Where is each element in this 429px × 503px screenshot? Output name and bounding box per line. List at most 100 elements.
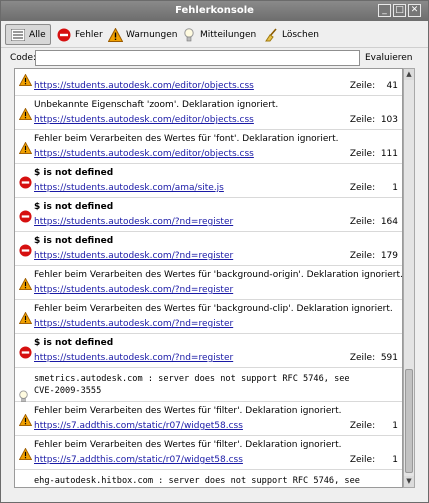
entry-source-link[interactable]: https://students.autodesk.com/?nd=regist… [34,353,233,363]
entry-line-label: Zeile: [349,353,376,363]
filter-errors-label: Fehler [75,29,103,40]
entry-line-label: Zeile: [349,183,376,193]
console-entry[interactable]: $ is not defined https://students.autodes… [15,232,402,266]
entry-message: ehg-autodesk.hitbox.com : server does no… [34,476,360,486]
console-entry[interactable]: Unbekannte Eigenschaft 'zoom'. Deklarati… [15,96,402,130]
entry-source-link[interactable]: https://students.autodesk.com/?nd=regist… [34,285,233,295]
entry-message: $ is not defined [34,236,114,246]
entry-message: $ is not defined [34,202,114,212]
filter-all-button[interactable]: Alle [5,24,51,45]
vertical-scrollbar[interactable]: ▲ ▼ [403,68,415,488]
error-console-window: Fehlerkonsole _ □ ✕ Alle Fehler Warnunge… [0,0,429,503]
entry-message: $ is not defined [34,168,114,178]
entry-message: Fehler beim Verarbeiten des Wertes für '… [34,134,339,144]
entry-line-label: Zeile: [349,81,376,91]
entry-line-label: Zeile: [349,149,376,159]
clear-button[interactable]: Löschen [259,24,323,45]
entry-source-link[interactable]: https://students.autodesk.com/editor/obj… [34,115,254,125]
console-entry[interactable]: smetrics.autodesk.com : server does not … [15,368,402,403]
console-entry[interactable]: $ is not defined https://students.autodes… [15,164,402,198]
entry-line-label: Zeile: [349,455,376,465]
title-bar[interactable]: Fehlerkonsole _ □ ✕ [1,1,428,21]
console-entry[interactable]: https://students.autodesk.com/editor/obj… [15,69,402,96]
entry-line-number: Zeile: 111 [350,149,398,159]
entry-source-link[interactable]: https://s7.addthis.com/static/r07/widget… [34,455,243,465]
entry-line-label: Zeile: [349,421,376,431]
entry-line-number: Zeile: 1 [350,455,398,465]
entry-line-value: 103 [380,115,398,125]
entry-message: smetrics.autodesk.com : server does not … [34,374,350,396]
maximize-button[interactable]: □ [393,4,406,17]
console-entry[interactable]: $ is not defined https://students.autodes… [15,198,402,232]
error-icon [56,27,72,43]
console-entry[interactable]: Fehler beim Verarbeiten des Wertes für '… [15,300,402,334]
entry-message: $ is not defined [34,338,114,348]
entry-message: Fehler beim Verarbeiten des Wertes für '… [34,270,403,280]
warning-icon [107,27,123,43]
evaluate-button[interactable]: Evaluieren [365,53,413,63]
warning-icon [18,277,33,291]
console-entry[interactable]: Fehler beim Verarbeiten des Wertes für '… [15,130,402,164]
entry-line-label: Zeile: [349,251,376,261]
list-icon [10,27,26,43]
close-button[interactable]: ✕ [408,4,421,17]
warning-icon [18,311,33,325]
console-message-list[interactable]: https://students.autodesk.com/editor/obj… [14,68,403,488]
entry-line-number: Zeile: 1 [350,183,398,193]
broom-icon [263,27,279,43]
entry-line-number: Zeile: 103 [350,115,398,125]
entry-line-value: 164 [380,217,398,227]
entry-line-value: 41 [386,81,398,91]
minimize-button[interactable]: _ [378,4,391,17]
console-entry[interactable]: Fehler beim Verarbeiten des Wertes für '… [15,402,402,436]
warning-icon [18,413,33,427]
entry-line-value: 1 [392,421,398,431]
entry-source-link[interactable]: https://students.autodesk.com/ama/site.j… [34,183,224,193]
entry-line-value: 111 [380,149,398,159]
console-entry[interactable]: $ is not defined https://students.autodes… [15,334,402,368]
error-icon [19,346,32,359]
entry-line-value: 591 [380,353,398,363]
filter-messages-button[interactable]: Mitteilungen [177,24,260,45]
scrollbar-thumb[interactable] [405,369,413,473]
code-input[interactable] [35,50,360,66]
clear-label: Löschen [282,29,319,40]
entry-message: Unbekannte Eigenschaft 'zoom'. Deklarati… [34,100,279,110]
warning-icon [18,107,33,121]
entry-line-value: 1 [392,183,398,193]
entry-line-number: Zeile: 1 [350,421,398,431]
filter-warnings-button[interactable]: Warnungen [103,24,181,45]
entry-line-label: Zeile: [349,217,376,227]
filter-warnings-label: Warnungen [126,29,178,40]
warning-icon [18,141,33,155]
entry-message: Fehler beim Verarbeiten des Wertes für '… [34,406,342,416]
error-icon [19,244,32,257]
entry-line-value: 1 [392,455,398,465]
window-title: Fehlerkonsole [175,5,254,16]
entry-source-link[interactable]: https://students.autodesk.com/editor/obj… [34,81,254,91]
console-entry[interactable]: Fehler beim Verarbeiten des Wertes für '… [15,266,402,300]
scroll-down-arrow[interactable]: ▼ [404,476,414,487]
entry-source-link[interactable]: https://students.autodesk.com/?nd=regist… [34,217,233,227]
filter-errors-button[interactable]: Fehler [52,24,107,45]
code-row: Code: Evaluieren [1,48,428,68]
entry-line-number: Zeile: 591 [350,353,398,363]
entry-line-number: Zeile: 164 [350,217,398,227]
entry-source-link[interactable]: https://students.autodesk.com/editor/obj… [34,149,254,159]
lightbulb-icon [181,27,197,43]
scroll-up-arrow[interactable]: ▲ [404,69,414,80]
entry-source-link[interactable]: https://s7.addthis.com/static/r07/widget… [34,421,243,431]
entry-message: Fehler beim Verarbeiten des Wertes für '… [34,304,393,314]
error-icon [19,210,32,223]
console-entry[interactable]: Fehler beim Verarbeiten des Wertes für '… [15,436,402,470]
entry-line-number: Zeile: 41 [350,81,398,91]
toolbar: Alle Fehler Warnungen Mitteilungen Lösch… [1,21,428,48]
entry-source-link[interactable]: https://students.autodesk.com/?nd=regist… [34,319,233,329]
entry-line-value: 179 [380,251,398,261]
filter-messages-label: Mitteilungen [200,29,257,40]
console-entry[interactable]: ehg-autodesk.hitbox.com : server does no… [15,470,402,487]
entry-source-link[interactable]: https://students.autodesk.com/?nd=regist… [34,251,233,261]
entry-line-number: Zeile: 179 [350,251,398,261]
entry-line-label: Zeile: [349,115,376,125]
filter-all-label: Alle [29,29,46,40]
